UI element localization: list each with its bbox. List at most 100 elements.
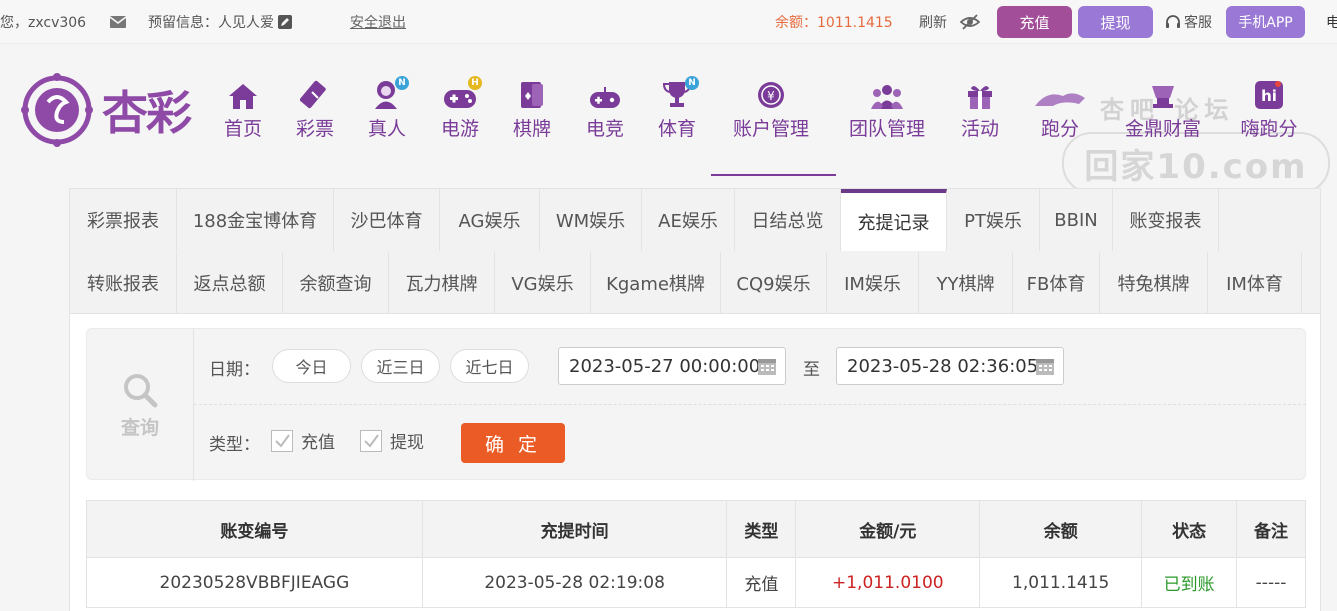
tab-im[interactable]: IM娱乐 xyxy=(827,252,919,314)
site-logo[interactable]: 杏彩 xyxy=(20,72,210,148)
tab-vg[interactable]: VG娱乐 xyxy=(495,252,591,314)
nav-label: 电竞 xyxy=(585,118,624,140)
end-date-input[interactable]: 2023-05-28 02:36:05 xyxy=(836,347,1064,385)
three-days-button[interactable]: 近三日 xyxy=(361,349,440,383)
cards-icon xyxy=(514,78,550,110)
tab-saba-sports[interactable]: 沙巴体育 xyxy=(334,189,440,251)
edge-cutoff-text: 电 xyxy=(1326,15,1337,31)
filter-box: 查询 日期： 今日 近三日 近七日 2023-05-27 00:00:00 至 … xyxy=(86,328,1306,481)
new-badge: N xyxy=(395,76,409,90)
nav-running[interactable]: 跑分 xyxy=(1032,78,1088,144)
start-date-value: 2023-05-27 00:00:00 xyxy=(569,355,761,377)
nav-label: 跑分 xyxy=(1040,118,1079,140)
filter-divider xyxy=(194,404,1306,405)
tab-kgame-cards[interactable]: Kgame棋牌 xyxy=(591,252,721,314)
nav-lottery[interactable]: 彩票 xyxy=(294,78,336,144)
query-section[interactable]: 查询 xyxy=(87,329,194,481)
withdraw-checkbox-label: 提现 xyxy=(390,433,424,453)
to-label: 至 xyxy=(803,360,820,380)
seven-days-button[interactable]: 近七日 xyxy=(450,349,529,383)
tab-wm[interactable]: WM娱乐 xyxy=(540,189,642,251)
nav-label: 彩票 xyxy=(295,118,334,140)
nav-account[interactable]: ¥ 账户管理 xyxy=(729,78,813,144)
customer-service[interactable]: 客服 xyxy=(1165,0,1212,44)
nav-label: 嗨跑分 xyxy=(1240,118,1298,140)
tab-deposit-withdraw[interactable]: 充提记录 xyxy=(841,189,947,251)
logo-text: 杏彩 xyxy=(102,86,192,140)
withdraw-checkbox[interactable]: 提现 xyxy=(360,428,424,453)
start-date-input[interactable]: 2023-05-27 00:00:00 xyxy=(558,347,786,385)
nav-wealth[interactable]: 金鼎财富 xyxy=(1121,78,1205,144)
status-cell: 已到账 xyxy=(1141,557,1238,608)
nav-hi-running[interactable]: hi 嗨跑分 xyxy=(1236,78,1302,144)
col-status: 状态 xyxy=(1141,500,1238,558)
esports-icon xyxy=(587,78,623,110)
checkbox-icon xyxy=(271,429,293,452)
tab-yy-cards[interactable]: YY棋牌 xyxy=(919,252,1013,314)
confirm-button[interactable]: 确 定 xyxy=(461,423,565,463)
gift-icon xyxy=(962,78,998,110)
recharge-checkbox[interactable]: 充值 xyxy=(271,428,335,453)
mobile-app-button[interactable]: 手机APP xyxy=(1226,6,1305,38)
hide-balance-icon[interactable] xyxy=(960,0,980,44)
top-bar: 您，zxcv306 预留信息：人见人爱 安全退出 余额：1011.1415 刷新… xyxy=(0,0,1337,44)
tab-pt[interactable]: PT娱乐 xyxy=(947,189,1040,251)
recharge-checkbox-label: 充值 xyxy=(301,433,335,453)
reserved-info: 预留信息：人见人爱 xyxy=(148,0,292,44)
tab-balance-query[interactable]: 余额查询 xyxy=(283,252,389,314)
refresh-link[interactable]: 刷新 xyxy=(919,0,947,44)
mail-icon[interactable] xyxy=(110,0,126,44)
tab-transfer-report[interactable]: 转账报表 xyxy=(70,252,177,314)
nav-team[interactable]: 团队管理 xyxy=(845,78,929,144)
col-record-id: 账变编号 xyxy=(86,500,423,558)
query-label: 查询 xyxy=(120,416,159,439)
remark-cell: ----- xyxy=(1236,557,1306,608)
tab-wali-cards[interactable]: 瓦力棋牌 xyxy=(389,252,495,314)
type-label: 类型： xyxy=(209,435,260,455)
nav-esports[interactable]: 电竞 xyxy=(584,78,626,144)
content-panel: 查询 日期： 今日 近三日 近七日 2023-05-27 00:00:00 至 … xyxy=(69,314,1321,611)
table-header-row: 账变编号 充提时间 类型 金额/元 余额 状态 备注 xyxy=(86,500,1306,558)
nav-sports[interactable]: N 体育 xyxy=(656,76,699,144)
tab-im-sports[interactable]: IM体育 xyxy=(1208,252,1302,314)
tab-ag[interactable]: AG娱乐 xyxy=(440,189,540,251)
tab-fb-sports[interactable]: FB体育 xyxy=(1013,252,1100,314)
nav-label: 团队管理 xyxy=(848,118,925,140)
account-icon: ¥ xyxy=(753,78,789,110)
calendar-icon[interactable] xyxy=(1035,356,1055,381)
col-balance: 余额 xyxy=(979,500,1143,558)
nav-activity[interactable]: 活动 xyxy=(959,78,1001,144)
tab-account-change[interactable]: 账变报表 xyxy=(1113,189,1219,251)
tab-cq9[interactable]: CQ9娱乐 xyxy=(721,252,827,314)
recharge-button[interactable]: 充值 xyxy=(997,6,1072,38)
nav-egames[interactable]: H 电游 xyxy=(439,76,482,144)
nav-home[interactable]: 首页 xyxy=(222,78,264,144)
trophy-icon: N xyxy=(659,76,699,110)
tab-ae[interactable]: AE娱乐 xyxy=(642,189,735,251)
nav-live[interactable]: N 真人 xyxy=(366,76,409,144)
nav-cards[interactable]: 棋牌 xyxy=(511,78,553,144)
checkbox-icon xyxy=(360,429,382,452)
customer-service-label: 客服 xyxy=(1184,15,1212,31)
withdraw-button[interactable]: 提现 xyxy=(1078,6,1153,38)
user-greeting: 您，zxcv306 xyxy=(0,15,87,31)
end-date-value: 2023-05-28 02:36:05 xyxy=(847,355,1039,377)
tab-tetu-cards[interactable]: 特兔棋牌 xyxy=(1100,252,1208,314)
tab-rebate-total[interactable]: 返点总额 xyxy=(177,252,283,314)
reserved-info-text: 预留信息：人见人爱 xyxy=(148,15,274,31)
tab-lottery-report[interactable]: 彩票报表 xyxy=(70,189,177,251)
today-button[interactable]: 今日 xyxy=(272,349,351,383)
nav-label: 账户管理 xyxy=(732,118,809,140)
live-dealer-icon: N xyxy=(369,76,409,110)
edit-icon[interactable] xyxy=(278,15,292,29)
calendar-icon[interactable] xyxy=(757,356,777,381)
tab-bbin[interactable]: BBIN xyxy=(1040,189,1113,251)
time-cell: 2023-05-28 02:19:08 xyxy=(421,557,728,608)
tab-daily-summary[interactable]: 日结总览 xyxy=(735,189,841,251)
col-remark: 备注 xyxy=(1236,500,1306,558)
tab-188-sports[interactable]: 188金宝博体育 xyxy=(177,189,334,251)
amount-cell: +1,011.0100 xyxy=(795,557,981,608)
logout-link[interactable]: 安全退出 xyxy=(350,0,406,44)
nav-label: 金鼎财富 xyxy=(1124,118,1201,140)
balance-cell: 1,011.1415 xyxy=(979,557,1143,608)
